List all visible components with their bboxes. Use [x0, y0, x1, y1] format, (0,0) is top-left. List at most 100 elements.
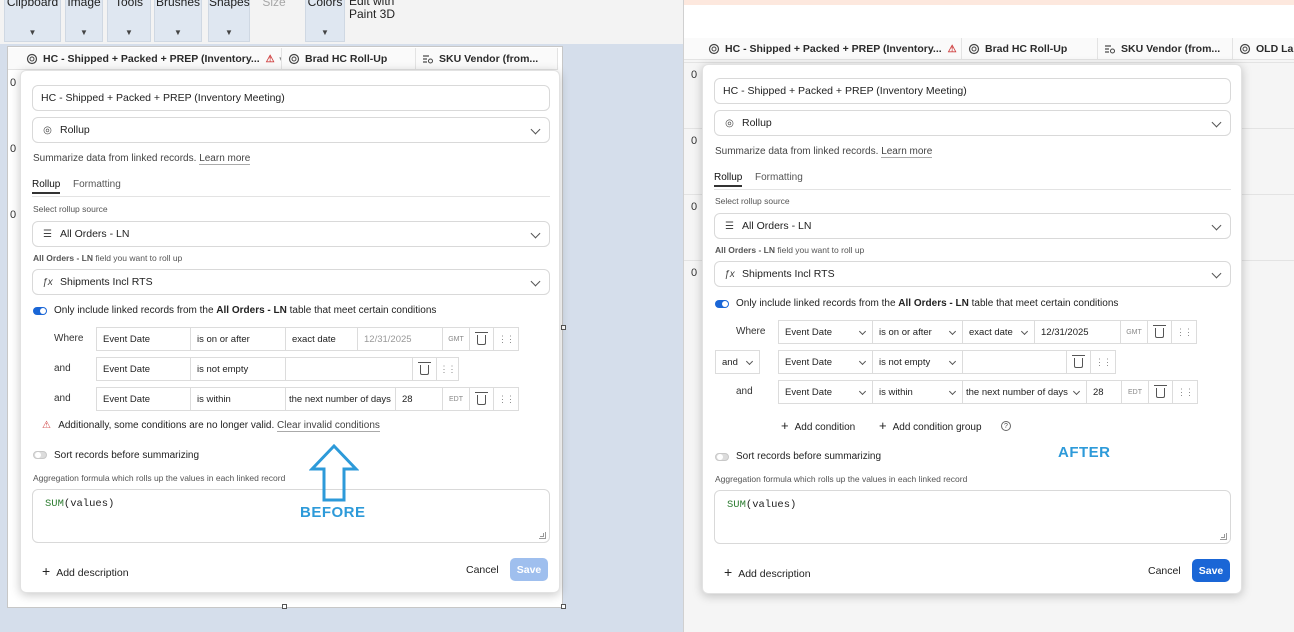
condition-field[interactable]: Event Date [96, 327, 191, 351]
condition-field[interactable]: Event Date [96, 387, 191, 411]
tab-formatting[interactable]: Formatting [755, 172, 803, 183]
plus-icon: + [42, 563, 51, 579]
shapes-group[interactable]: Shapes ▼ [208, 0, 250, 42]
rollup-source-select[interactable]: ☰ All Orders - LN [32, 221, 550, 247]
conditions-toggle[interactable] [715, 300, 729, 308]
rollup-icon: ◎ [43, 124, 52, 136]
field-type-select[interactable]: ◎ Rollup [714, 110, 1231, 136]
delete-condition-button[interactable] [469, 327, 494, 351]
rollup-field-select[interactable]: ƒx Shipments Incl RTS [714, 261, 1231, 287]
save-button[interactable]: Save [1192, 559, 1230, 582]
drag-handle[interactable]: ⋮⋮ [493, 387, 519, 411]
drag-handle[interactable]: ⋮⋮ [1171, 320, 1197, 344]
colors-group[interactable]: Colors ▼ [305, 0, 345, 42]
column-header-hc-shipped[interactable]: HC - Shipped + Packed + PREP (Inventory.… [702, 38, 962, 60]
clipboard-group[interactable]: Clipboard ▼ [4, 0, 61, 42]
delete-condition-button[interactable] [412, 357, 437, 381]
cancel-button[interactable]: Cancel [466, 564, 499, 576]
column-header-sku-vendor[interactable]: SKU Vendor (from... [1098, 38, 1233, 60]
image-group[interactable]: Image ▼ [65, 0, 103, 42]
condition-operator[interactable]: is not empty [190, 357, 286, 381]
resize-handle[interactable] [561, 325, 566, 330]
resize-grip-icon[interactable] [1220, 533, 1227, 540]
condition-operator[interactable]: is within [190, 387, 286, 411]
learn-more-link[interactable]: Learn more [199, 153, 251, 165]
drag-handle[interactable]: ⋮⋮ [1172, 380, 1198, 404]
column-header-sku-vendor[interactable]: SKU Vendor (from... [416, 48, 558, 70]
chevron-down-icon: ▼ [225, 28, 233, 37]
learn-more-link[interactable]: Learn more [881, 146, 933, 158]
condition-mode[interactable]: the next number of days [285, 387, 396, 411]
formula-function: SUM [727, 499, 746, 511]
edit-with-paint3d-button[interactable]: Edit with Paint 3D [349, 0, 395, 21]
tab-formatting[interactable]: Formatting [73, 179, 121, 190]
drag-handle[interactable]: ⋮⋮ [436, 357, 459, 381]
condition-operator-select[interactable]: is within [872, 380, 963, 404]
field-type-select[interactable]: ◎ Rollup [32, 117, 550, 143]
condition-value-input[interactable]: 28 [395, 387, 443, 411]
condition-field-select[interactable]: Event Date [778, 350, 873, 374]
add-description-button[interactable]: + Add description [42, 563, 129, 579]
conditions-toggle[interactable] [33, 307, 47, 315]
rollup-field-select[interactable]: ƒx Shipments Incl RTS [32, 269, 550, 295]
condition-value-input[interactable] [285, 357, 413, 381]
save-button[interactable]: Save [510, 558, 548, 581]
add-description-button[interactable]: + Add description [724, 564, 811, 580]
add-description-label: Add description [738, 568, 811, 580]
cancel-button[interactable]: Cancel [1148, 565, 1181, 577]
delete-condition-button[interactable] [1066, 350, 1091, 374]
delete-condition-button[interactable] [1148, 380, 1173, 404]
aggregation-label: Aggregation formula which rolls up the v… [33, 473, 286, 483]
condition-conjunction-select[interactable]: and [715, 350, 760, 374]
chevron-down-icon [530, 276, 541, 287]
condition-timezone: GMT [1120, 320, 1148, 344]
condition-mode-select[interactable]: exact date [962, 320, 1035, 344]
cell-value: 0 [691, 69, 698, 81]
drag-handle[interactable]: ⋮⋮ [1090, 350, 1116, 374]
sort-records-toggle[interactable] [33, 451, 47, 459]
brushes-group[interactable]: Brushes ▼ [154, 0, 202, 42]
sort-records-toggle[interactable] [715, 453, 729, 461]
condition-operator-select[interactable]: is not empty [872, 350, 963, 374]
condition-mode-value: the next number of days [966, 386, 1068, 398]
condition-value-input[interactable] [962, 350, 1067, 374]
condition-mode-select[interactable]: the next number of days [962, 380, 1087, 404]
rollup-source-select[interactable]: ☰ All Orders - LN [714, 213, 1231, 239]
help-icon[interactable]: ? [1001, 421, 1011, 431]
resize-grip-icon[interactable] [539, 532, 546, 539]
condition-operator[interactable]: is on or after [190, 327, 286, 351]
resize-handle[interactable] [561, 604, 566, 609]
source-label: Select rollup source [715, 196, 790, 206]
aggregation-formula-editor[interactable]: SUM(values) [32, 489, 550, 543]
condition-value-input[interactable]: 12/31/2025 [357, 327, 443, 351]
tab-rollup[interactable]: Rollup [32, 179, 61, 194]
delete-condition-button[interactable] [1147, 320, 1172, 344]
condition-field-select[interactable]: Event Date [778, 380, 873, 404]
column-header-brad-hc[interactable]: Brad HC Roll-Up [962, 38, 1098, 60]
field-name-input[interactable]: HC - Shipped + Packed + PREP (Inventory … [32, 85, 550, 111]
chevron-down-icon [948, 387, 957, 396]
condition-operator-select[interactable]: is on or after [872, 320, 963, 344]
add-condition-group-button[interactable]: + Add condition group [879, 418, 982, 433]
condition-field-select[interactable]: Event Date [778, 320, 873, 344]
drag-handle[interactable]: ⋮⋮ [493, 327, 519, 351]
condition-value-input[interactable]: 12/31/2025 [1034, 320, 1121, 344]
clear-invalid-conditions-link[interactable]: Clear invalid conditions [277, 420, 380, 432]
after-screenshot-panel: HC - Shipped + Packed + PREP (Inventory.… [683, 0, 1294, 632]
only-include-pre: Only include linked records from the [736, 298, 899, 309]
image-label: Image [67, 0, 101, 9]
column-header-old-labor[interactable]: OLD Labo [1233, 38, 1294, 60]
column-header-hc-shipped[interactable]: HC - Shipped + Packed + PREP (Inventory.… [20, 48, 282, 70]
add-condition-button[interactable]: + Add condition [781, 418, 855, 433]
aggregation-formula-editor[interactable]: SUM(values) [714, 490, 1231, 544]
column-header-label: HC - Shipped + Packed + PREP (Inventory.… [725, 43, 942, 55]
column-header-brad-hc[interactable]: Brad HC Roll-Up [282, 48, 416, 70]
delete-condition-button[interactable] [469, 387, 494, 411]
condition-field[interactable]: Event Date [96, 357, 191, 381]
resize-handle[interactable] [282, 604, 287, 609]
condition-value-input[interactable]: 28 [1086, 380, 1122, 404]
tab-rollup[interactable]: Rollup [714, 172, 743, 187]
field-name-input[interactable]: HC - Shipped + Packed + PREP (Inventory … [714, 78, 1231, 104]
condition-mode[interactable]: exact date [285, 327, 358, 351]
tools-group[interactable]: Tools ▼ [107, 0, 151, 42]
